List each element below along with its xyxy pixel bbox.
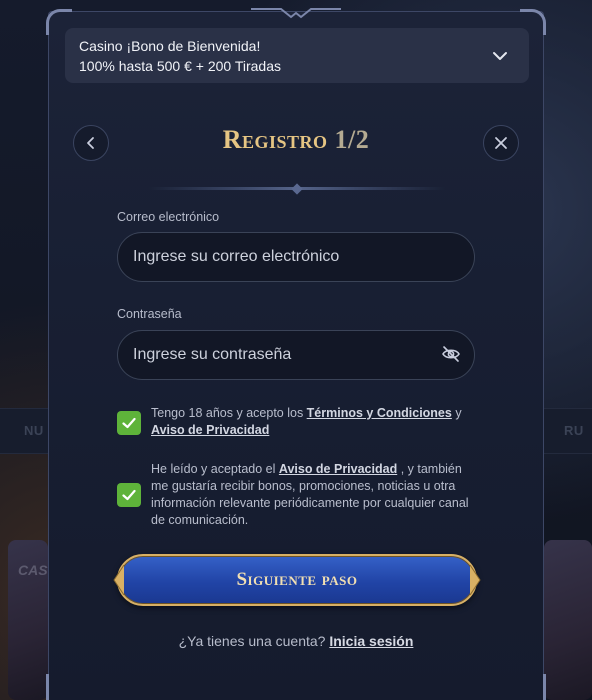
terms-consent-row: Tengo 18 años y acepto los Términos y Co…	[117, 405, 477, 441]
bonus-description: 100% hasta 500 € + 200 Tiradas	[79, 58, 281, 74]
title-step: 1/2	[334, 125, 370, 154]
bonus-select[interactable]: Casino ¡Bono de Bienvenida! 100% hasta 5…	[65, 28, 529, 83]
password-label: Contraseña	[117, 307, 182, 321]
chevron-down-icon	[493, 52, 507, 60]
top-ornament-icon	[251, 8, 341, 19]
email-label: Correo electrónico	[117, 210, 220, 224]
checkmark-icon	[122, 489, 136, 501]
background-game-card	[544, 540, 592, 700]
consent-text: y	[451, 406, 462, 420]
registration-modal: Casino ¡Bono de Bienvenida! 100% hasta 5…	[46, 8, 546, 700]
next-step-label: Siguiente paso	[236, 569, 358, 590]
background-strip-text: RU	[564, 423, 584, 438]
background-strip-text: NU	[24, 423, 44, 438]
password-field[interactable]	[117, 330, 475, 380]
terms-checkbox[interactable]	[117, 411, 141, 435]
terms-consent-text: Tengo 18 años y acepto los Términos y Co…	[151, 405, 477, 439]
title-text: Registro	[222, 125, 328, 154]
privacy-link[interactable]: Aviso de Privacidad	[151, 423, 269, 437]
consent-text: Tengo 18 años y acepto los	[151, 406, 307, 420]
eye-off-icon[interactable]	[441, 344, 461, 364]
frame-corner	[520, 674, 546, 700]
email-field[interactable]	[117, 232, 475, 282]
next-step-button[interactable]: Siguiente paso	[113, 554, 481, 606]
title-divider-ornament	[291, 183, 303, 195]
checkmark-icon	[122, 417, 136, 429]
login-link[interactable]: Inicia sesión	[329, 633, 413, 649]
button-ornament-icon	[113, 565, 124, 595]
consent-text: He leído y aceptado el	[151, 462, 279, 476]
marketing-consent-text: He leído y aceptado el Aviso de Privacid…	[151, 461, 477, 529]
login-question: ¿Ya tienes una cuenta?	[178, 633, 330, 649]
login-prompt: ¿Ya tienes una cuenta? Inicia sesión	[49, 633, 543, 649]
bonus-title: Casino ¡Bono de Bienvenida!	[79, 38, 261, 54]
privacy-link[interactable]: Aviso de Privacidad	[279, 462, 397, 476]
marketing-checkbox[interactable]	[117, 483, 141, 507]
marketing-consent-row: He leído y aceptado el Aviso de Privacid…	[117, 461, 477, 534]
background-card-label: CAS	[18, 562, 48, 578]
terms-link[interactable]: Términos y Condiciones	[307, 406, 452, 420]
button-ornament-icon	[470, 565, 481, 595]
close-icon	[495, 137, 507, 149]
frame-corner	[46, 674, 72, 700]
page-title: Registro 1/2	[49, 125, 543, 155]
close-button[interactable]	[483, 125, 519, 161]
